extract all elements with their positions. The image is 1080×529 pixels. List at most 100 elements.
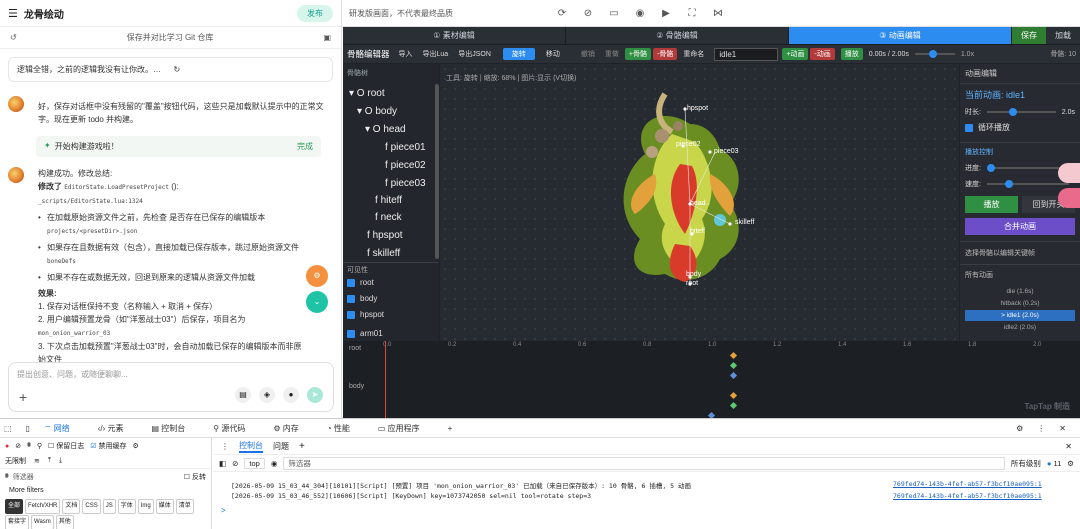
type-filter-chip[interactable]: 套接字 [5,515,30,529]
speed-slider[interactable] [914,50,955,58]
type-filter-chip[interactable]: Wasm [31,515,54,529]
log-source-link[interactable]: 769fed74-143b-4fef-ab57-f3bcf10ae095:1 [893,480,1042,488]
disable-cache-checkbox[interactable]: ☑ 禁用缓存 [90,441,126,451]
eye-icon[interactable]: ◉ [271,459,278,468]
close-drawer-icon[interactable]: ✕ [1065,442,1072,451]
drawer-tab-issues[interactable]: 问题 [273,441,289,452]
animation-item-die[interactable]: die (1.6s) [965,286,1075,297]
camera-icon[interactable]: ◉ [627,8,653,19]
loop-toggle[interactable]: 循环播放 [960,119,1080,136]
scroll-down-fab[interactable]: ⌄ [306,291,328,313]
issues-badge[interactable]: ● 11 [1047,459,1061,468]
preserve-log-checkbox[interactable]: ☐ 保留日志 [48,441,84,451]
retry-icon[interactable]: ↻ [174,65,325,74]
add-icon[interactable]: + [19,389,27,405]
load-button[interactable]: 加载 [1046,27,1080,44]
keyframe[interactable] [729,401,738,410]
rotate-tool-button[interactable]: 旋转 [502,48,535,60]
floating-avatar[interactable] [1058,188,1080,208]
bone-node-neck[interactable]: f neck [375,212,402,223]
visibility-hpspot[interactable]: hpspot [347,310,384,319]
refresh-icon[interactable]: ⟳ [549,8,575,19]
import-button[interactable]: 导入 [395,48,417,60]
settings-icon[interactable]: ⚙ [1016,424,1023,433]
floating-avatar[interactable] [1058,163,1080,183]
playhead[interactable] [385,341,386,418]
animation-item-hitback[interactable]: hitback (0.2s) [965,298,1075,309]
menu-icon[interactable]: ☰ [8,7,18,20]
tab-animation-edit[interactable]: ③ 动画编辑 [789,27,1012,44]
console-settings-icon[interactable]: ⚙ [1067,459,1074,468]
invert-checkbox[interactable]: ☐ 反转 [184,472,206,482]
layers-icon[interactable]: ◈ [259,387,275,403]
comment-icon[interactable]: ▣ [323,33,331,42]
play-button[interactable]: 播放 [840,48,863,60]
drawer-menu-icon[interactable]: ⋮ [221,442,229,451]
visibility-root[interactable]: root [347,278,374,287]
device-toggle-icon[interactable]: ▯ [26,424,30,433]
chat-input[interactable]: 提出创意、问题，或随便聊聊... [9,363,333,386]
type-filter-chip[interactable]: Img [137,499,154,514]
redo-button[interactable]: 重做 [601,48,623,60]
playback-speed-slider[interactable] [986,180,1069,188]
drawer-tab-console[interactable]: 控制台 [239,440,263,453]
context-select[interactable]: top [244,457,265,469]
tab-asset-edit[interactable]: ① 素材编辑 [343,27,566,44]
type-filter-chip[interactable]: 媒体 [155,499,174,514]
tab-bone-edit[interactable]: ② 骨骼编辑 [566,27,789,44]
close-icon[interactable]: ✕ [1059,424,1066,433]
panel-play-button[interactable]: 播放 [965,196,1018,213]
merge-animation-button[interactable]: 合并动画 [965,218,1075,235]
bone-node-body[interactable]: ▾ O body [357,106,397,117]
type-filter-chip[interactable]: 文档 [62,499,81,514]
log-source-link[interactable]: 769fed74-143b-4fef-ab57-f3bcf10ae095:1 [893,492,1042,500]
wifi-icon[interactable]: ≋ [34,457,40,465]
console-prompt[interactable]: > [221,506,226,515]
type-filter-chip[interactable]: CSS [82,499,101,514]
chat-input-area[interactable]: 提出创意、问题，或随便聊聊... + ▤ ◈ ● ➤ [8,362,334,412]
bone-node-root[interactable]: ▾ O root [349,88,385,99]
level-select[interactable]: 所有级别 [1011,458,1041,469]
type-filter-chip[interactable]: 其他 [55,515,74,529]
console-filter-input[interactable]: 筛选器 [283,456,1005,470]
type-filter-chip[interactable]: 字体 [117,499,136,514]
hide-icon[interactable]: ⊘ [575,8,601,19]
type-filter-chip[interactable]: Fetch/XHR [25,499,61,514]
add-bone-button[interactable]: +骨骼 [624,48,651,60]
tab-performance[interactable]: ◔ 性能 [327,423,364,434]
keyframe[interactable] [729,391,738,400]
keyframe[interactable] [729,371,738,380]
undo-button[interactable]: 撤销 [577,48,599,60]
clear-icon[interactable]: ⊘ [15,442,21,450]
file-icon[interactable]: ▤ [235,387,251,403]
keyframe[interactable] [729,361,738,370]
more-tabs-icon[interactable]: + [448,424,453,433]
save-button[interactable]: 保存 [1012,27,1046,44]
more-filters-button[interactable]: More filters [0,485,211,496]
type-filter-chip[interactable]: JS [102,499,116,514]
delete-animation-button[interactable]: -动画 [810,48,835,60]
last-prompt[interactable]: 逻辑全错，之前的逻辑我没有让你改。而是先找为什么覆盖不了，并且输入名字输... … [8,57,333,82]
tree-scrollbar[interactable] [435,84,439,259]
visibility-arm01[interactable]: arm01 [347,326,383,341]
move-tool-button[interactable]: 移动 [537,48,569,60]
animation-item-idle2[interactable]: idle2 (2.0s) [965,322,1075,333]
settings-fab[interactable]: ⚙ [306,265,328,287]
task-chip[interactable]: ✦ 开始构建游戏啦！ 完成 [36,136,321,157]
timeline[interactable]: 0.0 0.2 0.4 0.6 0.8 1.0 1.2 1.4 1.6 1.8 2.0 root b… [343,341,1080,420]
preview-canvas[interactable]: 工具: 旋转 | 缩放: 68% | 图片:显示 (V切换) hpspot pi… [440,64,959,341]
type-filter-chip[interactable]: 清单 [175,499,194,514]
type-filter-chip[interactable]: 全部 [5,499,24,514]
publish-button[interactable]: 发布 [297,4,333,22]
record-icon[interactable]: ● [5,443,9,450]
sidebar-toggle-icon[interactable]: ◧ [219,459,226,468]
mic-icon[interactable]: ● [283,387,299,403]
visibility-body[interactable]: body [347,294,377,303]
more-icon[interactable]: ⋮ [1037,424,1045,433]
tab-sources[interactable]: ⚲ 源代码 [213,423,259,434]
inspect-icon[interactable]: ⬚ [4,424,12,433]
export-lua-button[interactable]: 导出Lua [419,48,453,60]
send-icon[interactable]: ➤ [307,387,323,403]
animation-select[interactable]: idle1 [714,47,779,61]
tab-application[interactable]: ▭ 应用程序 [378,423,434,434]
